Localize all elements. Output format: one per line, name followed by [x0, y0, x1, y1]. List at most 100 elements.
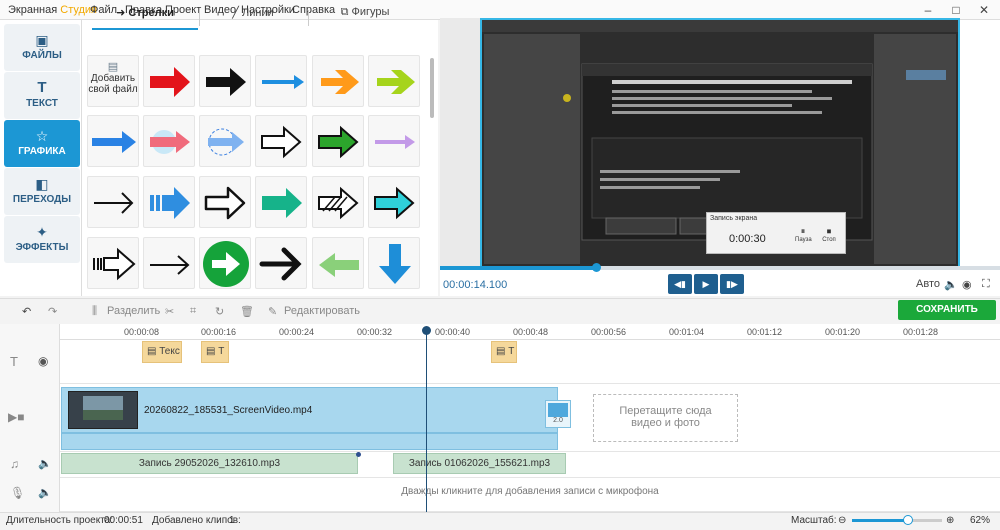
arrow-blue-stripes[interactable]: [143, 176, 195, 228]
zoom-slider-knob[interactable]: [903, 515, 913, 525]
zoom-out-icon[interactable]: ⊖: [838, 515, 846, 526]
cut-icon[interactable]: ✂: [165, 305, 174, 318]
transition-duration: 2.0: [553, 417, 563, 424]
tab-separator: [308, 10, 309, 26]
arrow-chevron-black[interactable]: [255, 237, 307, 289]
arrow-hatched[interactable]: [312, 176, 364, 228]
mic-track-header: 🎙 🔈: [0, 478, 60, 512]
drop-zone[interactable]: Перетащите сюда видео и фото: [593, 394, 738, 442]
rotate-icon[interactable]: ↻: [215, 305, 224, 318]
add-own-file-button[interactable]: ▤ Добавить свой файл: [87, 55, 139, 107]
arrow-cyan-outline[interactable]: [368, 176, 420, 228]
prev-frame-button[interactable]: ◀▮: [668, 274, 692, 294]
nav-text[interactable]: T ТЕКСТ: [4, 72, 80, 119]
delete-icon[interactable]: 🗑: [240, 305, 254, 318]
arrow-thin-black[interactable]: [87, 176, 139, 228]
split-button[interactable]: Разделить: [107, 305, 160, 317]
arrow-pink-circle[interactable]: [143, 115, 195, 167]
arrow-pastel[interactable]: [368, 115, 420, 167]
arrow-outline-round[interactable]: [199, 176, 251, 228]
audio-clip[interactable]: Запись 29052026_132610.mp3: [61, 453, 358, 474]
play-button[interactable]: ▶: [694, 274, 718, 294]
volume-icon[interactable]: 🔈: [944, 278, 958, 291]
arrow-green-3d[interactable]: [312, 115, 364, 167]
arrow-teal[interactable]: [255, 176, 307, 228]
orange-arrow-icon: [321, 70, 359, 94]
arrow-lime[interactable]: [368, 55, 420, 107]
stop-button[interactable]: ⏹ Стоп: [821, 226, 837, 243]
blue-arrow-icon: [208, 128, 244, 156]
text-clip-icon: ▤: [206, 346, 219, 357]
arrow-green-circle[interactable]: [199, 237, 251, 289]
minimize-button[interactable]: –: [916, 2, 940, 18]
pause-icon: ⏸: [800, 226, 806, 236]
lime-arrow-icon: [377, 70, 415, 94]
play-icon: ▶: [702, 279, 710, 289]
arrow-blue-dashed[interactable]: [199, 115, 251, 167]
audio-clip-handle[interactable]: [356, 452, 361, 457]
text-clip[interactable]: ▤ Т: [491, 341, 517, 363]
zoom-in-icon[interactable]: ⊕: [946, 515, 954, 526]
arrow-orange[interactable]: [312, 55, 364, 107]
tab-lines[interactable]: ╱ Линии: [200, 6, 306, 30]
arrow-black[interactable]: [199, 55, 251, 107]
green-arrow-icon: [318, 125, 359, 159]
arrow-outline-3d[interactable]: [255, 115, 307, 167]
tab-shapes[interactable]: ⧉ Фигуры: [310, 6, 420, 30]
text-clip[interactable]: ▤ Текс: [142, 341, 182, 363]
nav-files[interactable]: ▣ ФАЙЛЫ: [4, 24, 80, 71]
arrow-green-left[interactable]: [312, 237, 364, 289]
transition-badge[interactable]: 2.0: [545, 400, 571, 428]
eye-icon[interactable]: ◉: [38, 354, 48, 368]
ruler-label: 00:01:20: [825, 327, 861, 337]
crop-icon[interactable]: ⌗: [190, 305, 196, 318]
green-left-arrow-icon: [319, 253, 359, 277]
undo-icon[interactable]: ↶: [22, 305, 31, 318]
ruler-label: 00:01:28: [903, 327, 939, 337]
add-file-icon: ▤: [107, 61, 119, 73]
nav-effects[interactable]: ✦ ЭФФЕКТЫ: [4, 216, 80, 263]
redo-icon[interactable]: ↷: [48, 305, 57, 318]
nav-text-label: ТЕКСТ: [26, 98, 58, 109]
arrow-blue-gradient[interactable]: [87, 115, 139, 167]
fullscreen-icon[interactable]: ⛶: [982, 278, 990, 291]
arrow-thin-black-2[interactable]: [143, 237, 195, 289]
arrow-red[interactable]: [143, 55, 195, 107]
blue-arrow-icon: [150, 187, 190, 219]
red-arrow-icon: [150, 67, 190, 97]
speaker-icon[interactable]: 🔈: [38, 457, 52, 470]
text-track-header: T ◉: [0, 340, 60, 384]
snapshot-icon[interactable]: ◉: [962, 278, 972, 291]
screen-recorder-widget: Запись экрана 0:00:30 ⏸ Пауза ⏹ Стоп: [706, 212, 846, 254]
save-video-button[interactable]: СОХРАНИТЬ ВИДЕО: [898, 300, 996, 335]
edit-button[interactable]: Редактировать: [284, 305, 360, 317]
video-clip-lower[interactable]: [61, 433, 558, 450]
tab-arrows-label: Стрелки: [128, 7, 174, 19]
speaker-icon[interactable]: 🔈: [38, 486, 52, 499]
tab-arrows[interactable]: ➜ Стрелки: [92, 6, 198, 30]
playhead-line[interactable]: [426, 330, 427, 512]
duration-value: 00:00:51: [104, 515, 143, 526]
next-frame-button[interactable]: ▮▶: [720, 274, 744, 294]
maximize-button[interactable]: □: [944, 2, 968, 18]
video-camera-icon: ▶■: [8, 410, 25, 424]
aspect-auto-select[interactable]: Авто: [916, 278, 940, 290]
hatched-arrow-icon: [318, 186, 359, 220]
transitions-icon: ◧: [35, 176, 49, 192]
nav-graphics[interactable]: ☆ ГРАФИКА: [4, 120, 80, 167]
audio-clip[interactable]: Запись 01062026_155621.mp3: [393, 453, 566, 474]
text-clip-label: Т: [218, 346, 225, 357]
nav-transitions[interactable]: ◧ ПЕРЕХОДЫ: [4, 168, 80, 215]
stop-icon: ⏹: [826, 226, 832, 236]
outline-arrow-icon: [261, 125, 302, 159]
playhead-knob[interactable]: [422, 326, 431, 335]
arrow-blue-down[interactable]: [368, 237, 420, 289]
library-scrollbar[interactable]: [430, 58, 434, 118]
preview-progress-knob[interactable]: [592, 263, 601, 272]
preview-background: [440, 18, 480, 266]
arrow-blue-thin[interactable]: [255, 55, 307, 107]
pause-button[interactable]: ⏸ Пауза: [795, 226, 812, 243]
text-clip[interactable]: ▤ Т: [201, 341, 229, 363]
close-button[interactable]: ✕: [972, 2, 996, 18]
arrow-striped-outline[interactable]: [87, 237, 139, 289]
